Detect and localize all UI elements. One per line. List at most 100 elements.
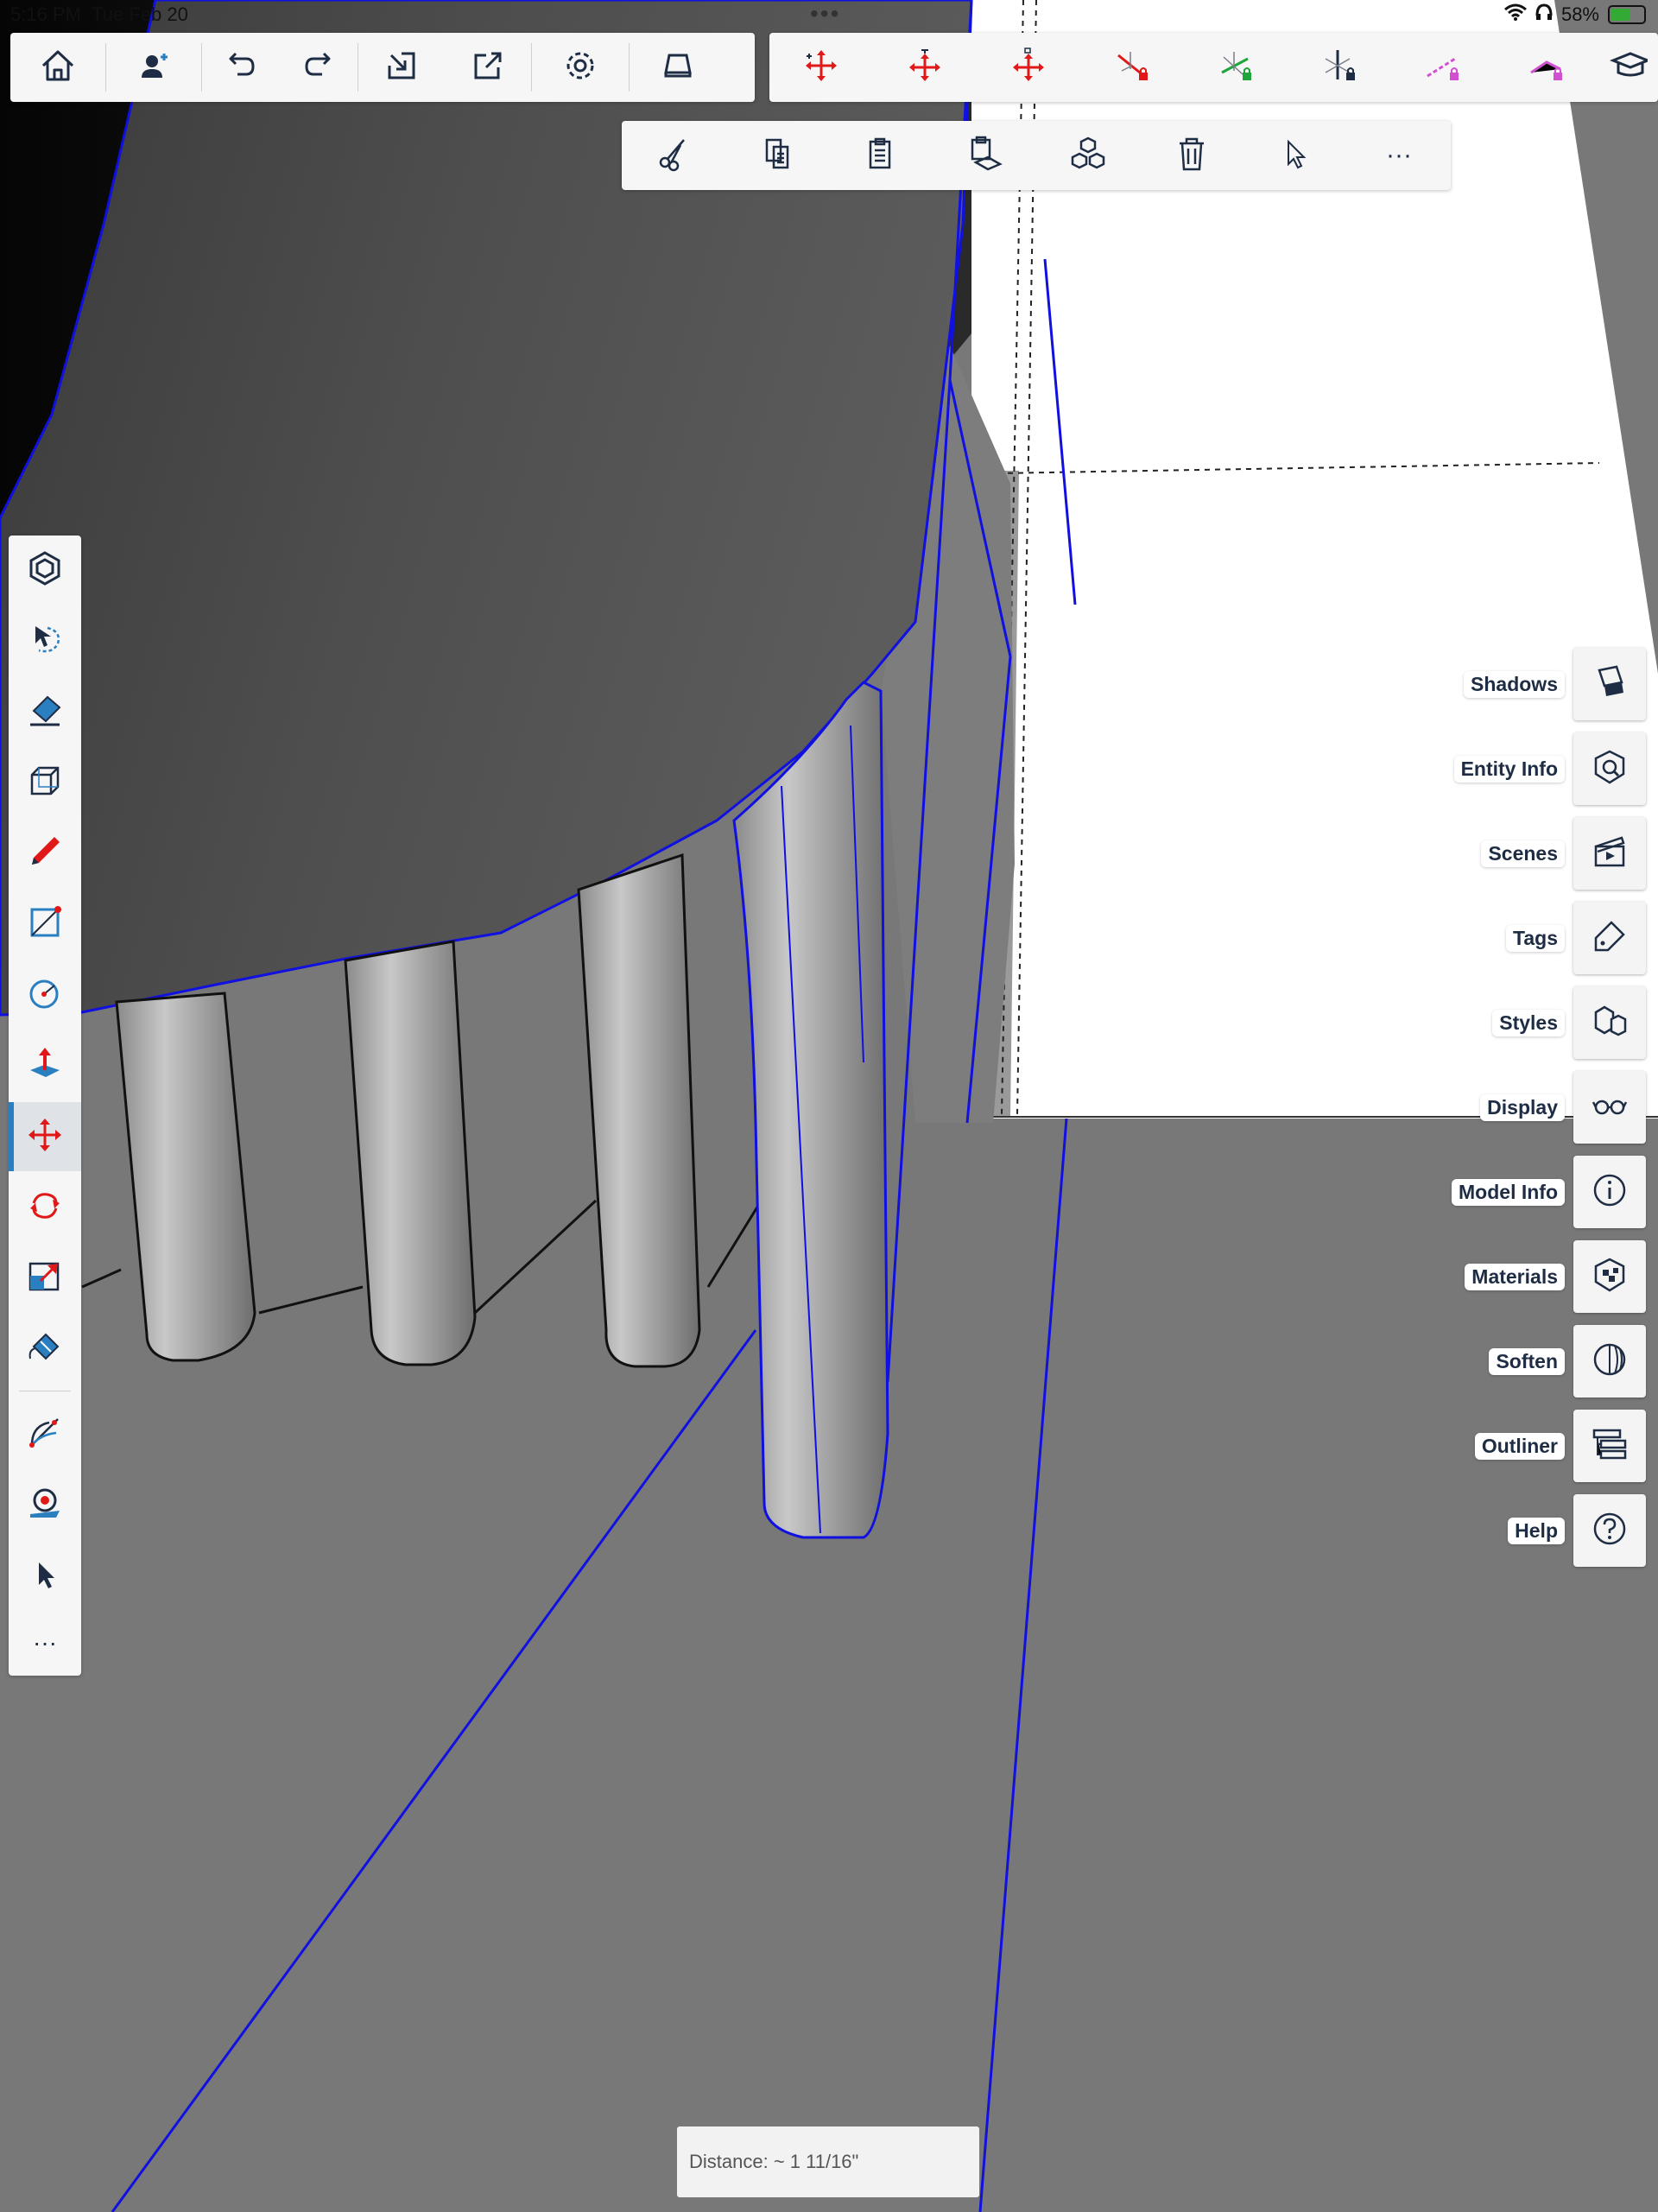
rotate-tool[interactable]	[9, 1173, 81, 1242]
entity-info-button[interactable]	[1573, 732, 1646, 805]
multitask-dots[interactable]: •••	[810, 0, 840, 28]
pencil-tool[interactable]	[9, 819, 81, 888]
gear-icon	[561, 47, 599, 89]
export-button[interactable]	[445, 33, 531, 102]
outliner-button[interactable]	[1573, 1410, 1646, 1482]
eraser-tool[interactable]	[9, 677, 81, 746]
soften-icon	[1591, 1341, 1629, 1383]
soften-button[interactable]	[1573, 1325, 1646, 1398]
push-pull-tool[interactable]	[9, 1031, 81, 1100]
paint-bucket-icon	[27, 1329, 63, 1370]
paste-in-place-button[interactable]	[933, 121, 1036, 190]
lock-magenta-2[interactable]	[1495, 33, 1598, 102]
panel-label: Styles	[1492, 1009, 1565, 1036]
more-button[interactable]: ···	[1347, 121, 1451, 190]
panel-soften[interactable]: Soften	[1489, 1325, 1646, 1398]
tape-measure-tool[interactable]	[9, 1470, 81, 1539]
measurement-box[interactable]: Distance: ~ 1 11/16"	[677, 2126, 979, 2197]
3d-warehouse-tool[interactable]	[9, 536, 81, 605]
panel-scenes[interactable]: Scenes	[1481, 817, 1646, 890]
lasso-select-tool[interactable]	[9, 606, 81, 675]
select-tool[interactable]	[9, 1541, 81, 1610]
panel-label: Soften	[1489, 1347, 1565, 1375]
edit-toolbar: ···	[622, 121, 1451, 190]
panel-tags[interactable]: Tags	[1506, 902, 1646, 974]
redo-button[interactable]	[280, 33, 358, 102]
magenta-line-lock-icon	[1528, 47, 1566, 89]
rotate-icon	[27, 1188, 63, 1228]
glasses-icon	[1591, 1087, 1629, 1129]
panel-label: Tags	[1506, 924, 1565, 952]
panel-label: Outliner	[1474, 1432, 1565, 1460]
styles-button[interactable]	[1573, 986, 1646, 1059]
materials-button[interactable]	[1573, 1240, 1646, 1313]
add-user-icon	[135, 47, 173, 89]
help-icon	[1591, 1510, 1629, 1552]
panel-materials[interactable]: Materials	[1465, 1240, 1646, 1313]
copy-icon	[758, 135, 796, 177]
shadows-button[interactable]	[1573, 648, 1646, 720]
select-button[interactable]	[1244, 121, 1347, 190]
main-toolbar	[10, 33, 755, 102]
rectangle-tool[interactable]	[9, 890, 81, 959]
lock-green-axis[interactable]	[1184, 33, 1288, 102]
panel-outliner[interactable]: Outliner	[1474, 1410, 1646, 1482]
info-icon	[1591, 1171, 1629, 1214]
box-tool[interactable]	[9, 748, 81, 817]
delete-button[interactable]	[1140, 121, 1244, 190]
move-inference-2[interactable]	[873, 33, 977, 102]
measurement-label: Distance: ~ 1 11/16"	[689, 2151, 859, 2172]
circle-tool[interactable]	[9, 960, 81, 1030]
lock-blue-axis[interactable]	[1288, 33, 1391, 102]
import-icon	[383, 47, 421, 89]
status-bar: 5:16 PM Tue Feb 20 ••• 58%	[0, 0, 1658, 31]
scenes-icon	[1591, 833, 1629, 875]
help-button[interactable]	[1573, 1494, 1646, 1567]
copy-button[interactable]	[725, 121, 829, 190]
status-indicators: 58%	[1503, 3, 1646, 26]
circle-icon	[27, 975, 63, 1016]
warehouse-icon	[27, 550, 63, 591]
paste-button[interactable]	[829, 121, 933, 190]
panel-shadows[interactable]: Shadows	[1464, 648, 1646, 720]
cursor-icon	[27, 1556, 63, 1596]
panel-label: Entity Info	[1453, 755, 1565, 783]
model-viewport[interactable]	[0, 0, 1658, 2212]
undo-icon	[222, 47, 260, 89]
tags-button[interactable]	[1573, 902, 1646, 974]
panel-display[interactable]: Display	[1480, 1071, 1646, 1144]
home-button[interactable]	[10, 33, 105, 102]
move-inference-1[interactable]	[769, 33, 873, 102]
cut-button[interactable]	[622, 121, 725, 190]
view-button[interactable]	[630, 33, 726, 102]
panel-label: Shadows	[1464, 670, 1565, 698]
move-inference-3[interactable]	[977, 33, 1080, 102]
settings-button[interactable]	[532, 33, 629, 102]
undo-button[interactable]	[202, 33, 280, 102]
add-user-button[interactable]	[106, 33, 201, 102]
home-icon	[39, 47, 77, 89]
panel-entity-info[interactable]: Entity Info	[1453, 732, 1646, 805]
lock-red-axis[interactable]	[1080, 33, 1184, 102]
move-arrows-up-icon	[1009, 47, 1047, 89]
panel-help[interactable]: Help	[1508, 1494, 1646, 1567]
paint-tool[interactable]	[9, 1315, 81, 1384]
move-tool[interactable]	[9, 1102, 81, 1171]
magenta-lock-icon	[1424, 47, 1462, 89]
extra-tool[interactable]	[1598, 33, 1658, 102]
tape-measure-icon	[27, 1485, 63, 1525]
make-component-button[interactable]	[1036, 121, 1140, 190]
panel-styles[interactable]: Styles	[1492, 986, 1646, 1059]
protractor-icon	[27, 1414, 63, 1455]
model-info-button[interactable]	[1573, 1156, 1646, 1228]
lock-magenta-1[interactable]	[1391, 33, 1495, 102]
import-button[interactable]	[358, 33, 445, 102]
protractor-tool[interactable]	[9, 1399, 81, 1468]
display-button[interactable]	[1573, 1071, 1646, 1144]
panel-model-info[interactable]: Model Info	[1452, 1156, 1646, 1228]
scenes-button[interactable]	[1573, 817, 1646, 890]
components-icon	[1069, 135, 1107, 177]
rectangle-icon	[27, 904, 63, 945]
scale-tool[interactable]	[9, 1244, 81, 1313]
more-tools[interactable]: ···	[9, 1608, 81, 1677]
